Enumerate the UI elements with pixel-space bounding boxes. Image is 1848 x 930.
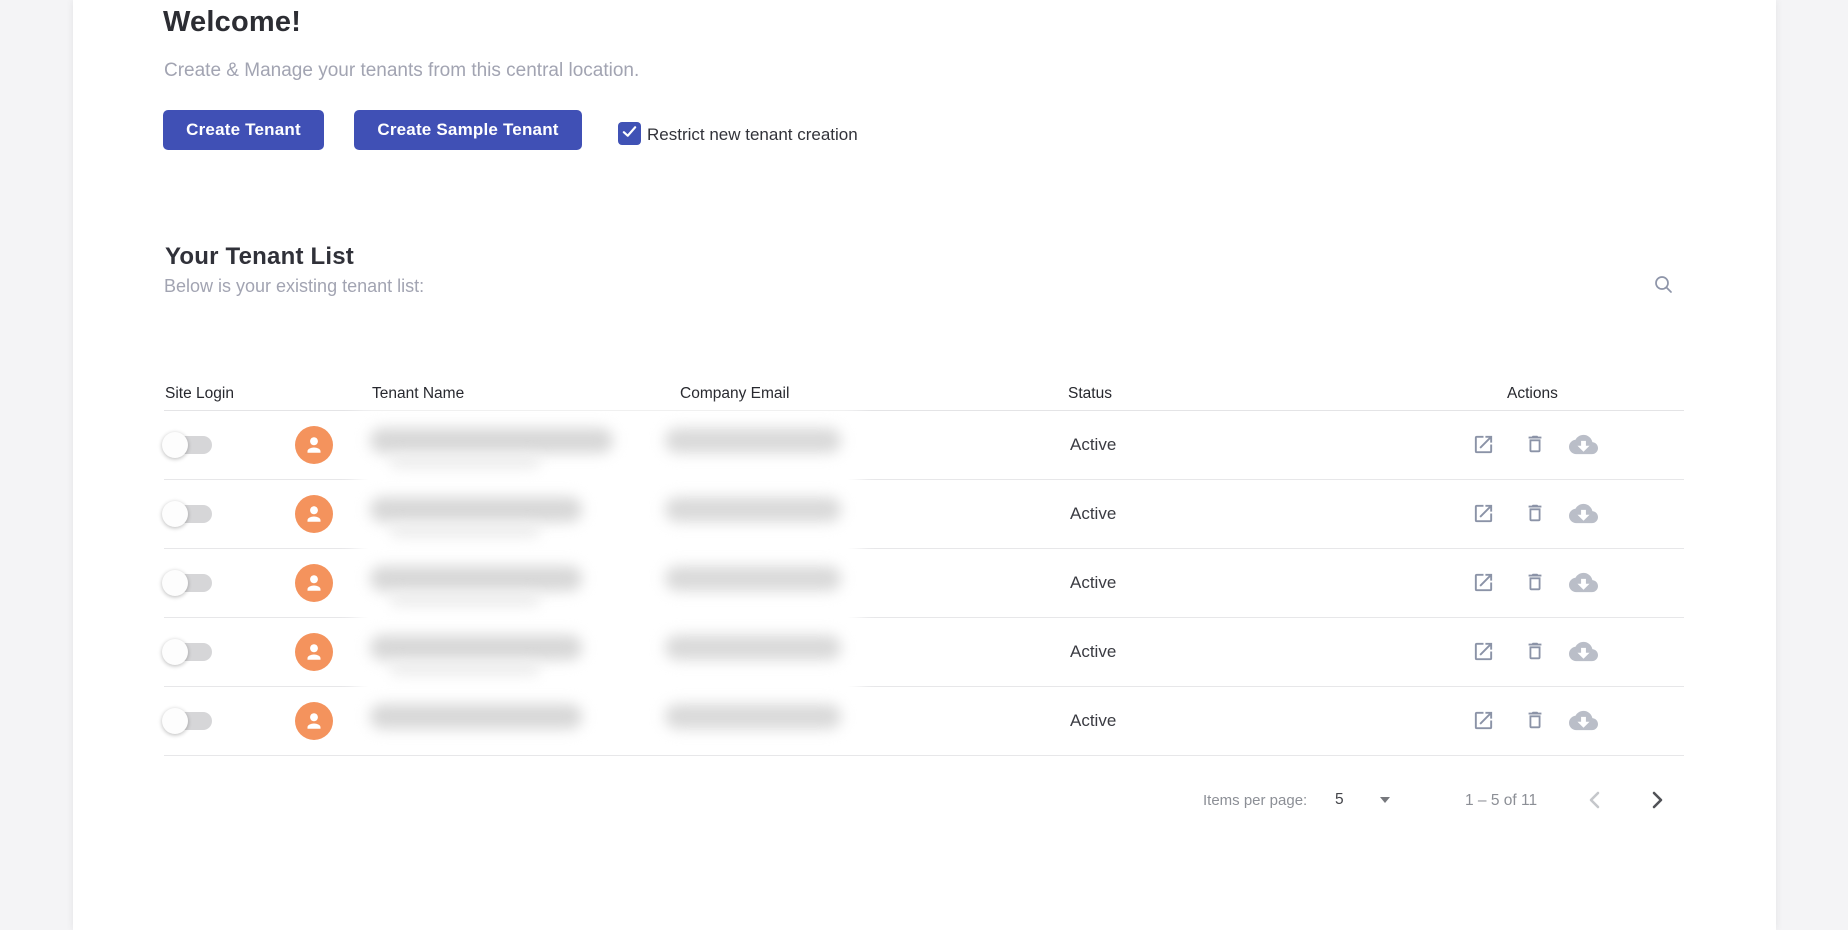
delete-icon[interactable]	[1523, 571, 1547, 595]
column-header-site-login: Site Login	[165, 385, 234, 403]
cloud-download-icon[interactable]	[1568, 709, 1598, 733]
open-in-new-icon[interactable]	[1471, 433, 1495, 457]
tenant-avatar-icon	[295, 495, 333, 533]
open-in-new-icon[interactable]	[1471, 502, 1495, 526]
tenant-avatar-icon	[295, 426, 333, 464]
site-login-toggle[interactable]	[162, 570, 212, 596]
status-value: Active	[1070, 411, 1116, 479]
company-email-redacted	[665, 497, 841, 522]
tenant-admin-panel: Welcome! Create & Manage your tenants fr…	[73, 0, 1776, 930]
delete-icon[interactable]	[1523, 640, 1547, 664]
restrict-checkbox-label: Restrict new tenant creation	[647, 125, 858, 145]
cloud-download-icon[interactable]	[1568, 433, 1598, 457]
cloud-download-icon[interactable]	[1568, 502, 1598, 526]
site-login-toggle[interactable]	[162, 432, 212, 458]
column-header-tenant-name: Tenant Name	[372, 385, 464, 403]
column-header-company-email: Company Email	[680, 385, 789, 403]
company-email-redacted	[665, 428, 841, 453]
tenant-name-redacted	[370, 704, 582, 729]
cloud-download-icon[interactable]	[1568, 571, 1598, 595]
create-tenant-button[interactable]: Create Tenant	[163, 110, 324, 150]
delete-icon[interactable]	[1523, 709, 1547, 733]
tenant-name-redacted	[370, 497, 582, 522]
page-title: Welcome!	[163, 6, 301, 39]
status-value: Active	[1070, 687, 1116, 755]
tenant-avatar-icon	[295, 633, 333, 671]
tenant-list-subtitle: Below is your existing tenant list:	[164, 276, 424, 297]
status-value: Active	[1070, 618, 1116, 686]
tenant-name-redacted	[370, 428, 613, 453]
column-header-actions: Actions	[1507, 385, 1558, 403]
site-login-toggle[interactable]	[162, 501, 212, 527]
company-email-redacted	[665, 635, 841, 660]
items-per-page-select[interactable]: 5	[1329, 786, 1399, 814]
open-in-new-icon[interactable]	[1471, 709, 1495, 733]
next-page-icon[interactable]	[1643, 787, 1671, 815]
site-login-toggle[interactable]	[162, 708, 212, 734]
delete-icon[interactable]	[1523, 502, 1547, 526]
create-sample-tenant-button[interactable]: Create Sample Tenant	[354, 110, 582, 150]
checkmark-icon	[621, 123, 638, 145]
company-email-redacted	[665, 704, 841, 729]
tenant-avatar-icon	[295, 702, 333, 740]
site-login-toggle[interactable]	[162, 639, 212, 665]
tenant-list-title: Your Tenant List	[165, 243, 354, 271]
search-icon[interactable]	[1649, 271, 1679, 301]
cloud-download-icon[interactable]	[1568, 640, 1598, 664]
restrict-tenant-creation-checkbox[interactable]	[618, 122, 641, 145]
page-subtitle: Create & Manage your tenants from this c…	[164, 60, 639, 82]
chevron-down-icon	[1380, 797, 1390, 803]
company-email-redacted	[665, 566, 841, 591]
items-per-page-value: 5	[1335, 791, 1344, 809]
tenant-name-redacted	[370, 566, 582, 591]
open-in-new-icon[interactable]	[1471, 640, 1495, 664]
tenant-name-redacted	[370, 635, 582, 660]
previous-page-icon[interactable]	[1581, 787, 1609, 815]
items-per-page-label: Items per page:	[1203, 792, 1307, 809]
status-value: Active	[1070, 480, 1116, 548]
open-in-new-icon[interactable]	[1471, 571, 1495, 595]
status-value: Active	[1070, 549, 1116, 617]
delete-icon[interactable]	[1523, 433, 1547, 457]
pagination-range-label: 1 – 5 of 11	[1465, 792, 1537, 810]
table-header-row: Site Login Tenant Name Company Email Sta…	[164, 385, 1684, 411]
redacted-data-overlay	[368, 424, 848, 729]
tenant-avatar-icon	[295, 564, 333, 602]
column-header-status: Status	[1068, 385, 1112, 403]
